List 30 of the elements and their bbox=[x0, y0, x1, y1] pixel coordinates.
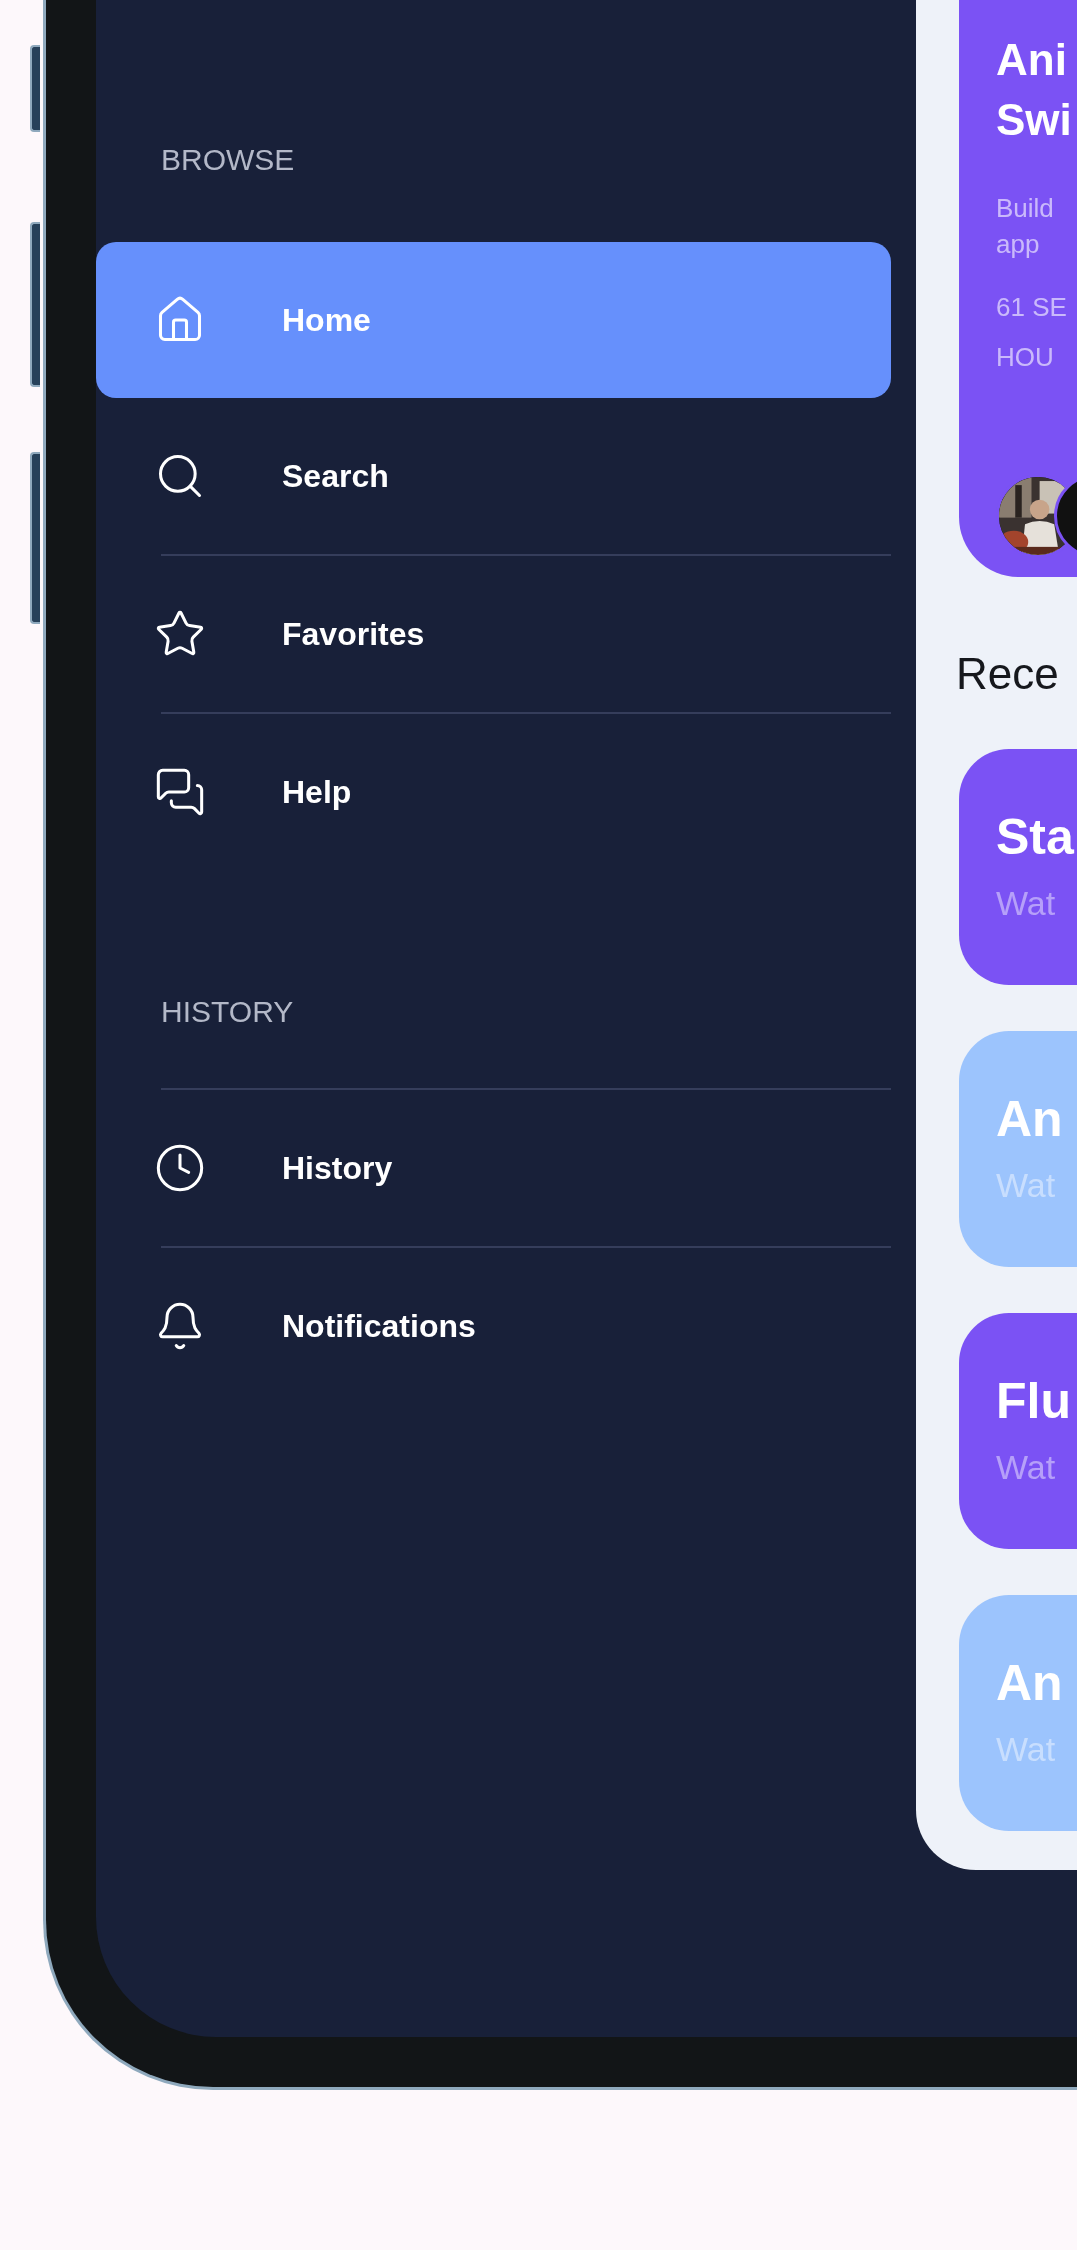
card-meta: HOU bbox=[996, 341, 1055, 374]
card-description: app bbox=[996, 228, 1041, 261]
card-description: Build bbox=[996, 192, 1055, 225]
card-title: An bbox=[996, 1091, 1064, 1147]
sidebar-item-label: Favorites bbox=[282, 615, 425, 653]
card-title: Sta bbox=[996, 809, 1075, 865]
card-title: Flu bbox=[996, 1373, 1072, 1429]
sidebar-item-label: Notifications bbox=[282, 1307, 476, 1345]
sidebar-item[interactable]: History bbox=[96, 1090, 891, 1246]
section-title: Rece bbox=[956, 649, 1060, 699]
card-meta: 61 SE bbox=[996, 291, 1068, 324]
card-subtitle: Wat bbox=[996, 1447, 1057, 1487]
card-title: Swi bbox=[996, 94, 1073, 146]
recent-card[interactable]: Sta Wat bbox=[959, 749, 1077, 985]
card-title: An bbox=[996, 1655, 1064, 1711]
sidebar-item-label: Help bbox=[282, 773, 352, 811]
sidebar-item[interactable]: Search bbox=[96, 398, 891, 554]
sidebar-item-label: Home bbox=[282, 301, 371, 339]
sidebar-item[interactable]: Help bbox=[96, 714, 891, 870]
section-heading: HISTORY bbox=[160, 994, 295, 1030]
sidebar-item[interactable]: Home bbox=[96, 242, 891, 398]
card-title: Ani bbox=[996, 34, 1068, 86]
card-subtitle: Wat bbox=[996, 883, 1057, 923]
sidebar-item[interactable]: Favorites bbox=[96, 556, 891, 712]
featured-card[interactable]: Ani Swi Build app 61 SE HOU bbox=[959, 0, 1077, 577]
sidebar-item-label: Search bbox=[282, 457, 389, 495]
sidebar-item-label: History bbox=[282, 1149, 393, 1187]
recent-card[interactable]: Flu Wat bbox=[959, 1313, 1077, 1549]
sidebar-item[interactable]: Notifications bbox=[96, 1248, 891, 1404]
section-heading: BROWSE bbox=[160, 142, 296, 178]
